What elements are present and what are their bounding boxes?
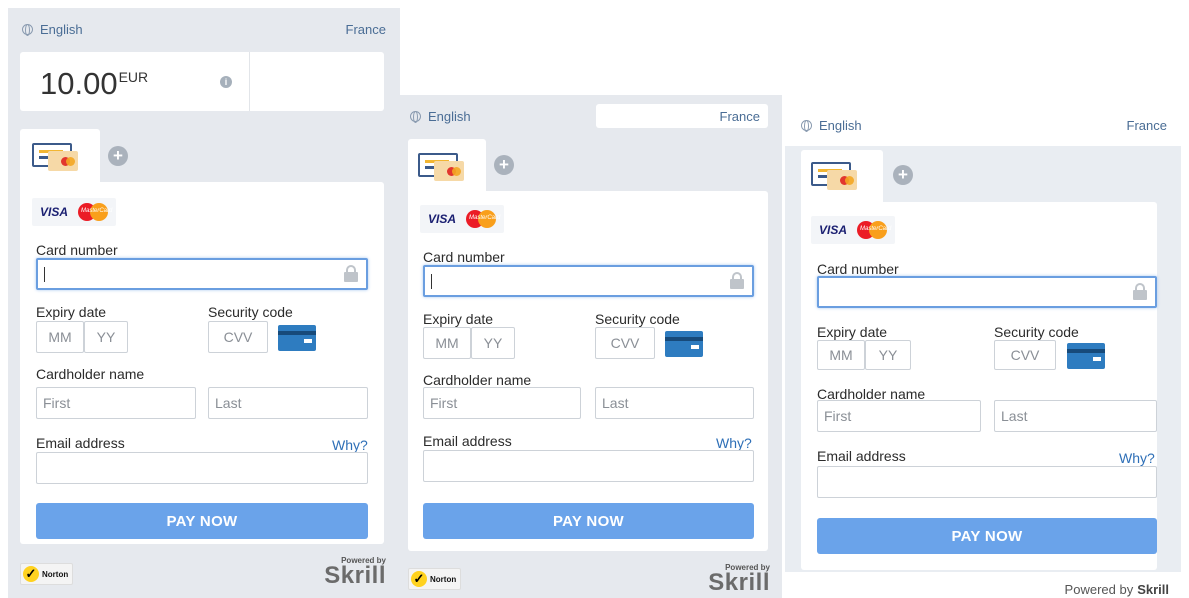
why-link[interactable]: Why?: [716, 435, 752, 451]
lock-icon: [730, 272, 744, 289]
card-number-input[interactable]: [817, 276, 1157, 308]
mastercard-logo: MasterCard: [857, 221, 891, 239]
cvv-card-icon: [278, 325, 316, 351]
add-payment-method-icon[interactable]: +: [893, 165, 913, 185]
amount-box: 10.00EUR i: [20, 52, 384, 111]
info-icon[interactable]: i: [220, 76, 232, 88]
mastercard-logo: MasterCard: [78, 203, 112, 221]
card-number-label: Card number: [36, 242, 118, 258]
checkmark-icon: ✓: [411, 571, 427, 587]
email-input[interactable]: [423, 450, 754, 482]
credit-card-icon: [811, 162, 857, 190]
checkout-panel-1: English France 10.00EUR i + VISA MasterC…: [8, 8, 400, 598]
expiry-date-label: Expiry date: [423, 311, 494, 327]
tab-card-payment[interactable]: [408, 139, 486, 193]
cardholder-name-label: Cardholder name: [423, 372, 532, 388]
country-selector[interactable]: France: [596, 104, 768, 128]
card-logos: VISA MasterCard: [420, 205, 505, 233]
security-code-label: Security code: [994, 324, 1079, 340]
cvv-input[interactable]: CVV: [994, 340, 1056, 370]
card-number-label: Card number: [423, 249, 505, 265]
cvv-input[interactable]: CVV: [595, 327, 655, 359]
cvv-card-icon: [1067, 343, 1105, 369]
amount-value: 10.00EUR: [40, 66, 149, 101]
expiry-date-label: Expiry date: [817, 324, 888, 340]
mastercard-logo: MasterCard: [466, 210, 500, 228]
email-input[interactable]: [817, 466, 1157, 498]
powered-by-skrill: Powered by Skrill: [1064, 582, 1169, 597]
visa-logo: VISA: [819, 223, 848, 237]
expiry-date-label: Expiry date: [36, 304, 107, 320]
card-form: VISA MasterCard Card number Expiry date …: [801, 202, 1157, 570]
last-name-input[interactable]: Last: [595, 387, 754, 419]
cvv-card-icon: [665, 331, 703, 357]
checkout-panel-2: English France + VISA MasterCard Card nu…: [400, 95, 782, 598]
expiry-month-input[interactable]: MM: [36, 321, 84, 353]
language-bar: English France: [785, 104, 1181, 146]
cvv-input[interactable]: CVV: [208, 321, 268, 353]
pay-now-button[interactable]: PAY NOW: [817, 518, 1157, 554]
credit-card-icon: [32, 143, 78, 171]
add-payment-method-icon[interactable]: +: [494, 155, 514, 175]
tab-card-payment[interactable]: [801, 150, 883, 204]
language-selector[interactable]: English: [22, 22, 83, 37]
security-code-label: Security code: [208, 304, 293, 320]
email-input[interactable]: [36, 452, 368, 484]
pay-now-button[interactable]: PAY NOW: [423, 503, 754, 539]
country-selector[interactable]: France: [346, 22, 386, 37]
why-link[interactable]: Why?: [332, 437, 368, 453]
last-name-input[interactable]: Last: [208, 387, 368, 419]
first-name-input[interactable]: First: [817, 400, 981, 432]
add-payment-method-icon[interactable]: +: [108, 146, 128, 166]
language-selector[interactable]: English: [801, 118, 862, 133]
pay-now-button[interactable]: PAY NOW: [36, 503, 368, 539]
card-logos: VISA MasterCard: [32, 198, 117, 226]
card-logos: VISA MasterCard: [811, 216, 896, 244]
powered-by-skrill: Powered by Skrill: [324, 556, 386, 589]
lock-icon: [1133, 283, 1147, 300]
why-link[interactable]: Why?: [1119, 450, 1155, 466]
credit-card-icon: [418, 153, 464, 181]
lock-icon: [344, 265, 358, 282]
language-label: English: [40, 22, 83, 37]
divider: [249, 52, 250, 111]
card-number-input[interactable]: [423, 265, 754, 297]
text-caret: [431, 273, 432, 289]
globe-icon: [801, 120, 812, 132]
language-selector[interactable]: English: [410, 109, 471, 124]
country-selector[interactable]: France: [1127, 118, 1167, 133]
last-name-input[interactable]: Last: [994, 400, 1157, 432]
card-form: VISA MasterCard Card number Expiry date …: [408, 191, 768, 551]
email-label: Email address: [423, 433, 512, 449]
text-caret: [44, 266, 45, 282]
email-label: Email address: [817, 448, 906, 464]
language-label: English: [428, 109, 471, 124]
first-name-input[interactable]: First: [36, 387, 196, 419]
first-name-input[interactable]: First: [423, 387, 581, 419]
tab-card-payment[interactable]: [20, 129, 100, 183]
card-number-label: Card number: [817, 261, 899, 277]
norton-badge: ✓ Norton: [408, 568, 462, 590]
globe-icon: [22, 24, 33, 36]
expiry-year-input[interactable]: YY: [471, 327, 515, 359]
visa-logo: VISA: [428, 212, 457, 226]
norton-badge: ✓ Norton: [20, 563, 74, 585]
expiry-month-input[interactable]: MM: [817, 340, 865, 370]
email-label: Email address: [36, 435, 125, 451]
globe-icon: [410, 111, 421, 123]
language-bar: English France: [8, 8, 400, 50]
security-code-label: Security code: [595, 311, 680, 327]
currency-code: EUR: [118, 69, 149, 85]
checkmark-icon: ✓: [23, 566, 39, 582]
expiry-year-input[interactable]: YY: [84, 321, 128, 353]
card-form: VISA MasterCard Card number Expiry date …: [20, 182, 384, 544]
language-label: English: [819, 118, 862, 133]
expiry-month-input[interactable]: MM: [423, 327, 471, 359]
powered-by-skrill: Powered by Skrill: [708, 563, 770, 596]
checkout-panel-3: English France + VISA MasterCard Card nu…: [785, 100, 1181, 598]
cardholder-name-label: Cardholder name: [36, 366, 145, 382]
visa-logo: VISA: [40, 205, 69, 219]
expiry-year-input[interactable]: YY: [865, 340, 911, 370]
card-number-input[interactable]: [36, 258, 368, 290]
